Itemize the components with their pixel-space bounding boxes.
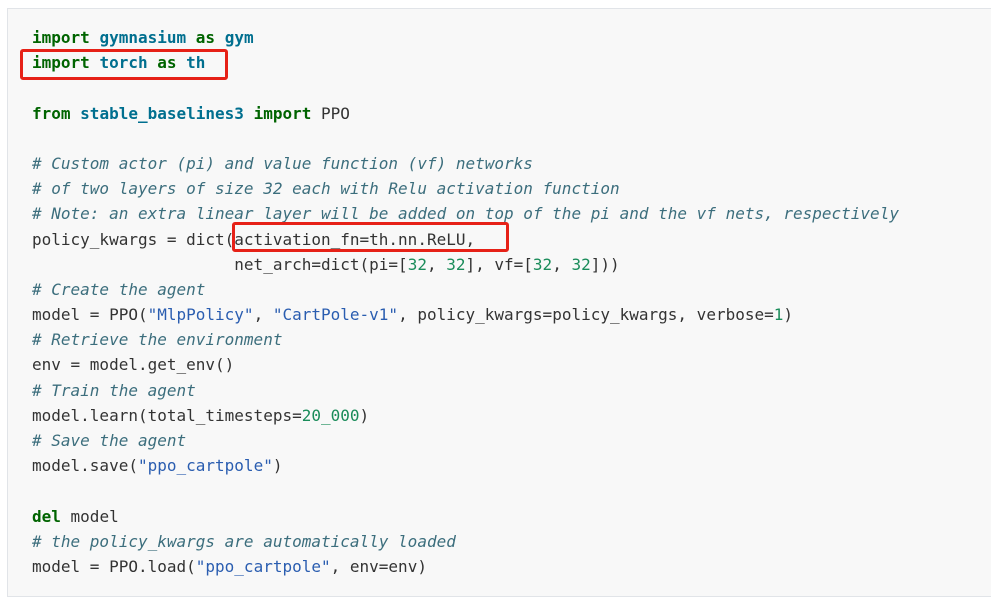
code-line: # Create the agent [32, 277, 899, 302]
code-token: th [186, 53, 206, 73]
code-token: # Train the agent [32, 380, 196, 400]
code-line: # Save the agent [32, 428, 899, 453]
code-token: # Retrieve the environment [32, 330, 283, 350]
code-token: stable_baselines3 [80, 103, 244, 123]
code-token: model [60, 506, 119, 526]
code-line: model.learn(total_timesteps=20_000) [32, 403, 899, 428]
code-token: ])) [590, 254, 620, 274]
code-line: env = model.get_env() [32, 352, 899, 377]
code-token: # the policy_kwargs are automatically lo… [32, 531, 456, 551]
code-token: # Custom actor (pi) and value function (… [32, 153, 533, 173]
code-token: 1 [773, 305, 784, 325]
code-token: model = PPO.load( [32, 556, 196, 576]
code-line: # the policy_kwargs are automatically lo… [32, 529, 899, 554]
code-token: "MlpPolicy" [147, 305, 254, 325]
code-line: # Retrieve the environment [32, 327, 899, 352]
code-token: # Create the agent [32, 279, 206, 299]
code-token: import [32, 53, 90, 73]
code-line: model = PPO("MlpPolicy", "CartPole-v1", … [32, 302, 899, 327]
code-token: ) [783, 305, 794, 325]
code-line: net_arch=dict(pi=[32, 32], vf=[32, 32])) [32, 252, 899, 277]
code-line: model.save("ppo_cartpole") [32, 453, 899, 478]
code-token: "ppo_cartpole" [195, 556, 331, 576]
code-line: policy_kwargs = dict(activation_fn=th.nn… [32, 227, 899, 252]
code-token: , env=env) [330, 556, 427, 576]
code-token: 32 [407, 254, 427, 274]
code-token: 20_000 [301, 405, 360, 425]
code-line: # of two layers of size 32 each with Rel… [32, 176, 899, 201]
code-token: del [32, 506, 61, 526]
code-token: 32 [571, 254, 591, 274]
code-line: from stable_baselines3 import PPO [32, 101, 899, 126]
code-content: import gymnasium as gym import torch as t… [32, 25, 899, 579]
code-token: ) [359, 405, 370, 425]
code-token: import [253, 103, 312, 123]
code-token: "ppo_cartpole" [137, 456, 273, 476]
code-token: model.save( [32, 456, 138, 476]
code-line: # Note: an extra linear layer will be ad… [32, 201, 899, 226]
code-block: import gymnasium as gym import torch as t… [7, 8, 991, 597]
code-token: env = model.get_env() [32, 355, 235, 375]
code-token: torch [99, 53, 148, 73]
code-line: del model [32, 504, 899, 529]
code-line: model = PPO.load("ppo_cartpole", env=env… [32, 554, 899, 579]
code-token: model = PPO( [32, 305, 148, 325]
code-token: , policy_kwargs=policy_kwargs, verbose= [398, 305, 774, 325]
code-token: gym [224, 28, 254, 47]
code-token: PPO [311, 103, 350, 123]
code-token: , [552, 254, 572, 274]
code-token: , [426, 254, 447, 274]
code-token: "CartPole-v1" [272, 305, 399, 325]
code-token: 32 [532, 254, 553, 274]
code-token: , [253, 305, 273, 325]
code-token: 32 [446, 254, 466, 274]
code-token: # of two layers of size 32 each with Rel… [32, 179, 620, 199]
code-line: # Custom actor (pi) and value function (… [32, 151, 899, 176]
code-token: net_arch=dict(pi=[ [32, 254, 408, 274]
code-token: from [32, 103, 71, 123]
code-line: import torch as th [32, 50, 899, 75]
code-token: as [195, 28, 216, 47]
code-token: # Note: an extra linear layer will be ad… [32, 204, 899, 224]
code-token: model.learn(total_timesteps= [32, 405, 302, 425]
code-token: gymnasium [99, 28, 187, 47]
code-line: # Train the agent [32, 378, 899, 403]
code-token: policy_kwargs = dict(activation_fn=th.nn… [32, 229, 476, 249]
code-token: import [32, 28, 90, 47]
code-token: # Save the agent [32, 431, 187, 450]
code-token: as [157, 53, 177, 73]
code-token: ) [272, 456, 283, 476]
code-line: import gymnasium as gym [32, 25, 899, 50]
code-token: ], vf=[ [465, 254, 533, 274]
